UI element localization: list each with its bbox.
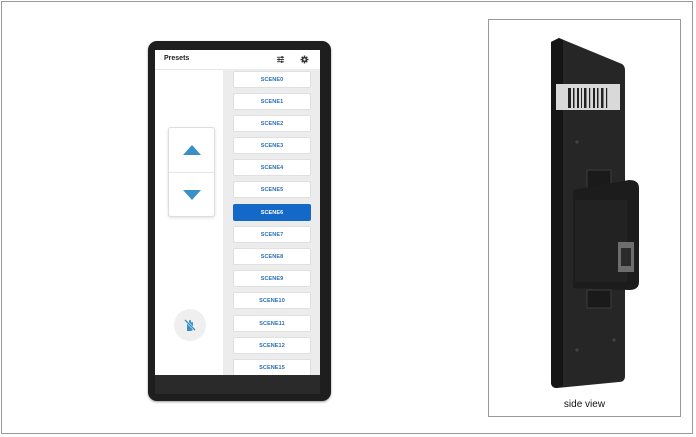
scene-list: SCENE0 SCENE1 SCENE2 SCENE3 SCENE4 SCENE…: [223, 69, 320, 375]
scene-button[interactable]: SCENE9: [233, 270, 311, 287]
scene-button[interactable]: SCENE5: [233, 181, 311, 198]
hand-off-button[interactable]: [174, 309, 206, 341]
scene-button-selected[interactable]: SCENE6: [233, 204, 311, 221]
scroll-up-button[interactable]: [169, 128, 214, 172]
app-header: Presets: [155, 50, 320, 70]
scene-button[interactable]: SCENE15: [233, 359, 311, 375]
scene-button[interactable]: SCENE1: [233, 93, 311, 110]
arrow-down-icon: [182, 190, 201, 200]
scene-button[interactable]: SCENE2: [233, 115, 311, 132]
scene-button[interactable]: SCENE10: [233, 292, 311, 309]
sliders-icon[interactable]: [275, 54, 286, 65]
device-bezel-bottom: [155, 375, 320, 394]
scene-button[interactable]: SCENE11: [233, 315, 311, 332]
scene-button[interactable]: SCENE7: [233, 226, 311, 243]
scene-button[interactable]: SCENE4: [233, 159, 311, 176]
scene-button[interactable]: SCENE8: [233, 248, 311, 265]
scene-button[interactable]: SCENE12: [233, 337, 311, 354]
gear-icon[interactable]: [299, 54, 310, 65]
side-view-caption: side view: [563, 399, 606, 410]
arrow-up-icon: [182, 145, 201, 155]
scene-button[interactable]: SCENE0: [233, 71, 311, 88]
scene-button[interactable]: SCENE3: [233, 137, 311, 154]
device-side-view-image: [551, 38, 639, 388]
scroll-down-button[interactable]: [169, 173, 214, 217]
page-title: Presets: [164, 55, 190, 62]
device-screen: Presets SCENE0 SCENE1 SCENE2 SCENE3 SCEN…: [155, 50, 320, 375]
side-view-panel: side view: [488, 19, 681, 417]
scroll-nav: [168, 127, 215, 217]
hand-off-icon: [184, 319, 196, 331]
